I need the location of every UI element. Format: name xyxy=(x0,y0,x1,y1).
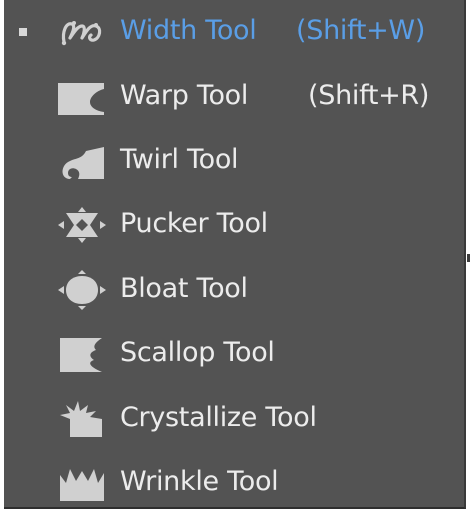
menu-item-crystallize-tool[interactable]: Crystallize Tool xyxy=(4,387,464,451)
menu-item-warp-tool[interactable]: Warp Tool (Shift+R) xyxy=(4,65,464,129)
window-edge-tick xyxy=(467,254,470,262)
bloat-tool-icon xyxy=(56,270,108,310)
pucker-tool-icon xyxy=(56,205,108,245)
menu-item-label: Wrinkle Tool xyxy=(120,466,279,497)
menu-item-wrinkle-tool[interactable]: Wrinkle Tool xyxy=(4,451,464,515)
crystallize-tool-icon xyxy=(56,399,108,439)
menu-item-scallop-tool[interactable]: Scallop Tool xyxy=(4,322,464,386)
warp-tool-icon xyxy=(56,77,108,117)
active-tool-marker xyxy=(19,28,27,36)
menu-item-label: Twirl Tool xyxy=(120,144,239,175)
menu-item-width-tool[interactable]: Width Tool (Shift+W) xyxy=(4,0,464,64)
menu-item-shortcut: (Shift+R) xyxy=(308,80,430,111)
menu-item-label: Crystallize Tool xyxy=(120,402,317,433)
menu-item-label: Scallop Tool xyxy=(120,337,275,368)
width-tool-icon xyxy=(56,12,108,52)
wrinkle-tool-icon xyxy=(56,463,108,503)
menu-item-label: Warp Tool xyxy=(120,80,249,111)
menu-item-twirl-tool[interactable]: Twirl Tool xyxy=(4,129,464,193)
tool-flyout-menu: Width Tool (Shift+W) Warp Tool (Shift+R)… xyxy=(4,0,466,509)
menu-item-label: Bloat Tool xyxy=(120,273,248,304)
menu-item-label: Pucker Tool xyxy=(120,208,268,239)
menu-item-pucker-tool[interactable]: Pucker Tool xyxy=(4,193,464,257)
menu-item-label: Width Tool xyxy=(120,15,257,46)
scallop-tool-icon xyxy=(56,334,108,374)
twirl-tool-icon xyxy=(56,141,108,181)
menu-item-bloat-tool[interactable]: Bloat Tool xyxy=(4,258,464,322)
menu-item-shortcut: (Shift+W) xyxy=(296,15,426,46)
